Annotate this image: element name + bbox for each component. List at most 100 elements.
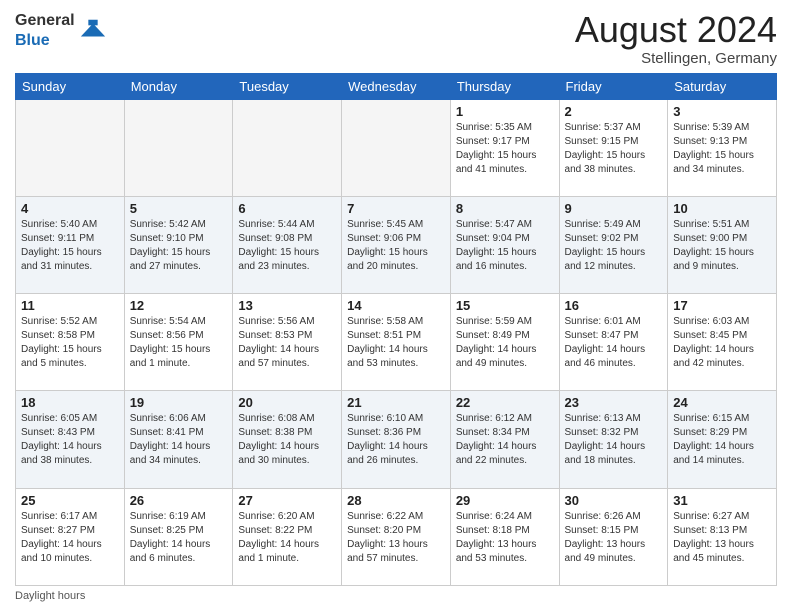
day-number: 4 <box>21 201 119 216</box>
calendar-cell: 26Sunrise: 6:19 AM Sunset: 8:25 PM Dayli… <box>124 488 233 585</box>
weekday-header-monday: Monday <box>124 73 233 99</box>
weekday-header-friday: Friday <box>559 73 668 99</box>
calendar-cell: 12Sunrise: 5:54 AM Sunset: 8:56 PM Dayli… <box>124 294 233 391</box>
header: General Blue August 2024 Stellingen, Ger… <box>15 10 777 67</box>
day-info: Sunrise: 6:22 AM Sunset: 8:20 PM Dayligh… <box>347 510 445 566</box>
day-info: Sunrise: 5:39 AM Sunset: 9:13 PM Dayligh… <box>673 121 771 177</box>
day-number: 12 <box>130 298 228 313</box>
day-info: Sunrise: 5:51 AM Sunset: 9:00 PM Dayligh… <box>673 218 771 274</box>
day-number: 6 <box>238 201 336 216</box>
calendar-cell: 15 Sunrise: 5:59 AM Sunset: 8:49 PM Dayli… <box>450 294 559 391</box>
day-number: 27 <box>238 493 336 508</box>
day-info: Sunrise: 6:27 AM Sunset: 8:13 PM Dayligh… <box>673 510 771 566</box>
month-title: August 2024 <box>575 10 777 50</box>
calendar-cell: 2Sunrise: 5:37 AM Sunset: 9:15 PM Daylig… <box>559 99 668 196</box>
calendar-cell: 24Sunrise: 6:15 AM Sunset: 8:29 PM Dayli… <box>668 391 777 488</box>
calendar-week-row: 11Sunrise: 5:52 AM Sunset: 8:58 PM Dayli… <box>16 294 777 391</box>
day-number: 15 <box>456 298 554 313</box>
day-number: 14 <box>347 298 445 313</box>
day-number: 16 <box>565 298 663 313</box>
day-number: 17 <box>673 298 771 313</box>
location: Stellingen, Germany <box>575 50 777 67</box>
day-info: Sunrise: 5:58 AM Sunset: 8:51 PM Dayligh… <box>347 315 445 371</box>
day-number: 23 <box>565 395 663 410</box>
day-number: 13 <box>238 298 336 313</box>
day-info: Sunrise: 6:17 AM Sunset: 8:27 PM Dayligh… <box>21 510 119 566</box>
calendar-cell: 16 Sunrise: 6:01 AM Sunset: 8:47 PM Dayli… <box>559 294 668 391</box>
calendar-cell <box>342 99 451 196</box>
day-info: Sunrise: 5:47 AM Sunset: 9:04 PM Dayligh… <box>456 218 554 274</box>
day-number: 11 <box>21 298 119 313</box>
calendar-cell: 23 Sunrise: 6:13 AM Sunset: 8:32 PM Dayli… <box>559 391 668 488</box>
weekday-header-row: SundayMondayTuesdayWednesdayThursdayFrid… <box>16 73 777 99</box>
calendar-cell: 10 Sunrise: 5:51 AM Sunset: 9:00 PM Dayli… <box>668 196 777 293</box>
calendar-cell: 11Sunrise: 5:52 AM Sunset: 8:58 PM Dayli… <box>16 294 125 391</box>
logo-icon <box>79 16 107 44</box>
day-info: Sunrise: 5:49 AM Sunset: 9:02 PM Dayligh… <box>565 218 663 274</box>
day-info: Sunrise: 6:13 AM Sunset: 8:32 PM Dayligh… <box>565 412 663 468</box>
day-info: Sunrise: 6:01 AM Sunset: 8:47 PM Dayligh… <box>565 315 663 371</box>
day-number: 18 <box>21 395 119 410</box>
day-info: Sunrise: 6:20 AM Sunset: 8:22 PM Dayligh… <box>238 510 336 566</box>
weekday-header-wednesday: Wednesday <box>342 73 451 99</box>
day-number: 21 <box>347 395 445 410</box>
day-info: Sunrise: 5:45 AM Sunset: 9:06 PM Dayligh… <box>347 218 445 274</box>
day-number: 20 <box>238 395 336 410</box>
day-info: Sunrise: 6:08 AM Sunset: 8:38 PM Dayligh… <box>238 412 336 468</box>
weekday-header-saturday: Saturday <box>668 73 777 99</box>
calendar-cell: 29Sunrise: 6:24 AM Sunset: 8:18 PM Dayli… <box>450 488 559 585</box>
page: General Blue August 2024 Stellingen, Ger… <box>0 0 792 612</box>
day-info: Sunrise: 5:56 AM Sunset: 8:53 PM Dayligh… <box>238 315 336 371</box>
day-number: 28 <box>347 493 445 508</box>
calendar-cell: 19 Sunrise: 6:06 AM Sunset: 8:41 PM Dayli… <box>124 391 233 488</box>
day-number: 30 <box>565 493 663 508</box>
calendar-cell <box>233 99 342 196</box>
logo-general-text: General <box>15 12 75 29</box>
day-number: 10 <box>673 201 771 216</box>
logo-blue-text: Blue <box>15 32 50 49</box>
title-block: August 2024 Stellingen, Germany <box>575 10 777 67</box>
day-number: 8 <box>456 201 554 216</box>
day-number: 5 <box>130 201 228 216</box>
day-info: Sunrise: 6:06 AM Sunset: 8:41 PM Dayligh… <box>130 412 228 468</box>
day-info: Sunrise: 6:05 AM Sunset: 8:43 PM Dayligh… <box>21 412 119 468</box>
calendar-cell: 7Sunrise: 5:45 AM Sunset: 9:06 PM Daylig… <box>342 196 451 293</box>
logo: General Blue <box>15 10 107 50</box>
calendar-cell: 20 Sunrise: 6:08 AM Sunset: 8:38 PM Dayli… <box>233 391 342 488</box>
day-info: Sunrise: 5:35 AM Sunset: 9:17 PM Dayligh… <box>456 121 554 177</box>
day-info: Sunrise: 5:42 AM Sunset: 9:10 PM Dayligh… <box>130 218 228 274</box>
day-number: 2 <box>565 104 663 119</box>
calendar-cell: 17 Sunrise: 6:03 AM Sunset: 8:45 PM Dayli… <box>668 294 777 391</box>
weekday-header-sunday: Sunday <box>16 73 125 99</box>
day-info: Sunrise: 5:59 AM Sunset: 8:49 PM Dayligh… <box>456 315 554 371</box>
day-info: Sunrise: 5:40 AM Sunset: 9:11 PM Dayligh… <box>21 218 119 274</box>
calendar-cell: 3 Sunrise: 5:39 AM Sunset: 9:13 PM Daylig… <box>668 99 777 196</box>
calendar-cell: 6Sunrise: 5:44 AM Sunset: 9:08 PM Daylig… <box>233 196 342 293</box>
day-info: Sunrise: 6:26 AM Sunset: 8:15 PM Dayligh… <box>565 510 663 566</box>
calendar-cell: 13 Sunrise: 5:56 AM Sunset: 8:53 PM Dayli… <box>233 294 342 391</box>
calendar-cell <box>16 99 125 196</box>
day-info: Sunrise: 6:24 AM Sunset: 8:18 PM Dayligh… <box>456 510 554 566</box>
day-info: Sunrise: 6:10 AM Sunset: 8:36 PM Dayligh… <box>347 412 445 468</box>
calendar-week-row: 4 Sunrise: 5:40 AM Sunset: 9:11 PM Daylig… <box>16 196 777 293</box>
calendar-cell: 27 Sunrise: 6:20 AM Sunset: 8:22 PM Dayli… <box>233 488 342 585</box>
calendar-cell: 5 Sunrise: 5:42 AM Sunset: 9:10 PM Daylig… <box>124 196 233 293</box>
day-number: 24 <box>673 395 771 410</box>
weekday-header-thursday: Thursday <box>450 73 559 99</box>
calendar-cell: 14 Sunrise: 5:58 AM Sunset: 8:51 PM Dayli… <box>342 294 451 391</box>
calendar-cell: 25 Sunrise: 6:17 AM Sunset: 8:27 PM Dayli… <box>16 488 125 585</box>
calendar-week-row: 25 Sunrise: 6:17 AM Sunset: 8:27 PM Dayli… <box>16 488 777 585</box>
calendar-cell: 22Sunrise: 6:12 AM Sunset: 8:34 PM Dayli… <box>450 391 559 488</box>
calendar-cell: 31 Sunrise: 6:27 AM Sunset: 8:13 PM Dayli… <box>668 488 777 585</box>
footer-note: Daylight hours <box>15 590 777 602</box>
day-number: 25 <box>21 493 119 508</box>
calendar-table: SundayMondayTuesdayWednesdayThursdayFrid… <box>15 73 777 586</box>
day-number: 3 <box>673 104 771 119</box>
day-number: 26 <box>130 493 228 508</box>
day-info: Sunrise: 6:03 AM Sunset: 8:45 PM Dayligh… <box>673 315 771 371</box>
day-number: 31 <box>673 493 771 508</box>
day-number: 9 <box>565 201 663 216</box>
calendar-cell: 1 Sunrise: 5:35 AM Sunset: 9:17 PM Daylig… <box>450 99 559 196</box>
day-number: 1 <box>456 104 554 119</box>
day-number: 19 <box>130 395 228 410</box>
